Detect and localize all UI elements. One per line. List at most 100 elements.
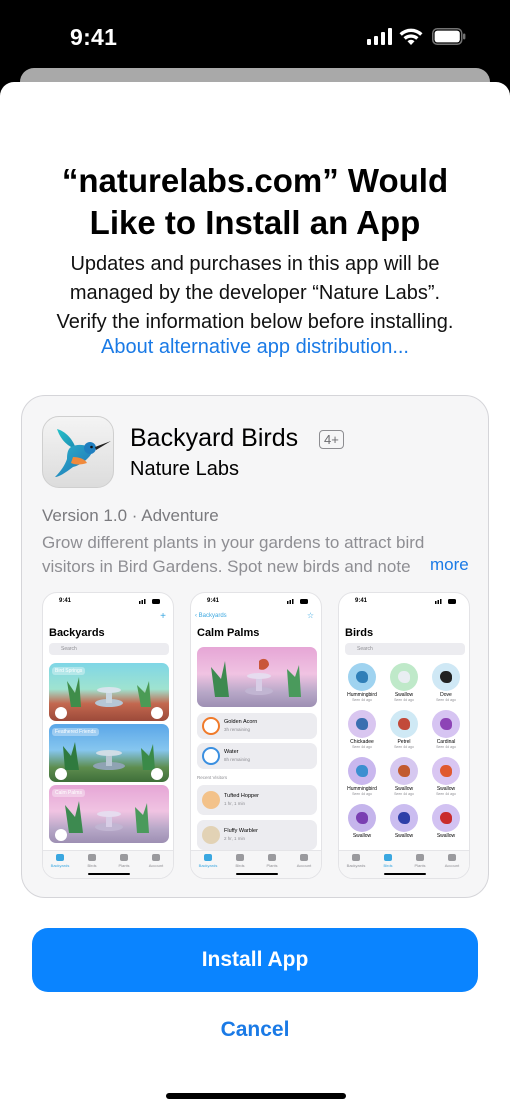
bird-avatar <box>390 804 418 832</box>
dialog-description: Updates and purchases in this app will b… <box>20 250 490 337</box>
bird-avatar <box>348 804 376 832</box>
tab-backyards[interactable]: Backyards <box>195 854 221 868</box>
status-icons <box>287 599 308 604</box>
item-row[interactable]: Golden Acorn 3h remaining <box>197 713 317 739</box>
description-line1: Updates and purchases in this app will b… <box>70 253 440 275</box>
shot-time: 9:41 <box>207 598 220 604</box>
water-icon <box>202 747 220 765</box>
visitor-row[interactable]: Tufted Hopper 1 hr, 1 min <box>197 785 317 815</box>
app-name: Backyard Birds <box>130 424 299 452</box>
bird-cell[interactable]: Cardinal Seen 4d ago <box>428 710 464 749</box>
screenshot-calm-palms[interactable]: 9:41 ‹ Backyards ☆ Calm Palms Golden Aco… <box>190 592 322 879</box>
tab-label: Birds <box>383 863 393 868</box>
bird-seen: Seen 4d ago <box>352 792 372 796</box>
tab-birds[interactable]: Birds <box>79 854 105 868</box>
more-link[interactable]: more <box>428 555 469 575</box>
acorn-icon <box>202 717 220 735</box>
garden-illustration <box>55 677 163 719</box>
bird-cell[interactable]: Petrel Seen 4d ago <box>386 710 422 749</box>
bird-avatar <box>390 710 418 738</box>
hummingbird-icon <box>55 429 111 477</box>
tab-account[interactable]: Account <box>291 854 317 868</box>
shot-title: Calm Palms <box>197 627 260 639</box>
visitor-row[interactable]: Fluffy Warbler 2 hr, 1 min <box>197 820 317 850</box>
garden-illustration <box>55 801 149 841</box>
back-link: ‹ Backyards <box>195 613 227 619</box>
dialog-title: “naturelabs.com” Would Like to Install a… <box>0 160 510 244</box>
tab-label: Birds <box>235 863 245 868</box>
bird-seen: Seen 4d ago <box>436 792 456 796</box>
bird-avatar <box>432 663 460 691</box>
home-indicator <box>384 873 426 875</box>
screenshot-birds[interactable]: 9:41 Birds Search Hummingbird Seen 4d ago… <box>338 592 470 879</box>
item-sub: 8h remaining <box>224 757 251 762</box>
status-icons <box>139 599 160 604</box>
dialog-title-line2: Like to Install an App <box>89 204 421 241</box>
item-row[interactable]: Water 8h remaining <box>197 743 317 769</box>
app-icon <box>42 416 114 488</box>
bird-cell[interactable]: Swallow Seen 4d ago <box>386 663 422 702</box>
bird-seen: Seen 4d ago <box>394 698 414 702</box>
tab-plants[interactable]: Plants <box>111 854 137 868</box>
bird-avatar <box>390 757 418 785</box>
item-sub: 3h remaining <box>224 727 251 732</box>
tab-plants[interactable]: Plants <box>407 854 433 868</box>
tab-account[interactable]: Account <box>439 854 465 868</box>
tab-birds[interactable]: Birds <box>227 854 253 868</box>
bird-cell[interactable]: Swallow <box>386 804 422 839</box>
tab-label: Backyards <box>50 863 70 868</box>
status-icons <box>435 599 456 604</box>
bird-avatar <box>348 663 376 691</box>
bird-cell[interactable]: Swallow Seen 4d ago <box>428 757 464 796</box>
shot-time: 9:41 <box>355 598 368 604</box>
visitor-sub: 2 hr, 1 min <box>224 836 246 841</box>
about-distribution-link[interactable]: About alternative app distribution... <box>0 336 510 359</box>
bird-avatar <box>432 804 460 832</box>
bird-cell[interactable]: Swallow <box>344 804 380 839</box>
bird-cell[interactable]: Hummingbird Seen 4d ago <box>344 663 380 702</box>
visitor-sub: 1 hr, 1 min <box>224 801 246 806</box>
tab-label: Plants <box>266 863 278 868</box>
garden-card: Feathered Friends <box>49 724 169 782</box>
garden-illustration <box>55 742 163 780</box>
bird-cell[interactable]: Dove Seen 4d ago <box>428 663 464 702</box>
shot-title: Birds <box>345 627 374 639</box>
home-indicator <box>236 873 278 875</box>
visitor-name: Tufted Hopper <box>224 793 259 799</box>
tab-birds[interactable]: Birds <box>375 854 401 868</box>
tab-bar: Backyards Birds Plants Account <box>339 850 469 878</box>
tab-backyards[interactable]: Backyards <box>47 854 73 868</box>
bird-avatar <box>432 710 460 738</box>
tab-label: Account <box>444 863 460 868</box>
battery-icon <box>432 28 466 45</box>
home-indicator <box>166 1093 346 1099</box>
bird-avatar <box>348 757 376 785</box>
bird-cell[interactable]: Hummingbird Seen 4d ago <box>344 757 380 796</box>
garden-card: Calm Palms <box>49 785 169 843</box>
description-line3: Verify the information below before inst… <box>56 311 454 333</box>
visitor-name: Fluffy Warbler <box>224 828 258 834</box>
tab-label: Plants <box>414 863 426 868</box>
cancel-button[interactable]: Cancel <box>0 1018 510 1042</box>
install-app-button[interactable]: Install App <box>32 928 478 992</box>
item-name: Water <box>224 749 239 755</box>
bird-seen: Seen 4d ago <box>436 745 456 749</box>
description-line2: managed by the developer “Nature Labs”. <box>69 282 441 304</box>
home-indicator <box>88 873 130 875</box>
status-bar: 9:41 <box>0 0 510 72</box>
tab-plants[interactable]: Plants <box>259 854 285 868</box>
shot-time: 9:41 <box>59 598 72 604</box>
bird-seen: Seen 4d ago <box>352 745 372 749</box>
tab-label: Birds <box>87 863 97 868</box>
tab-label: Account <box>148 863 164 868</box>
app-description: Grow different plants in your gardens to… <box>42 533 425 576</box>
developer-name: Nature Labs <box>130 458 239 480</box>
age-rating-badge: 4+ <box>319 430 344 449</box>
screenshot-backyards[interactable]: 9:41 + Backyards Search Bird Springs Fea… <box>42 592 174 879</box>
bird-cell[interactable]: Swallow <box>428 804 464 839</box>
tab-backyards[interactable]: Backyards <box>343 854 369 868</box>
bird-cell[interactable]: Chickadee Seen 4d ago <box>344 710 380 749</box>
bird-name: Swallow <box>394 833 414 839</box>
tab-account[interactable]: Account <box>143 854 169 868</box>
bird-cell[interactable]: Swallow Seen 4d ago <box>386 757 422 796</box>
